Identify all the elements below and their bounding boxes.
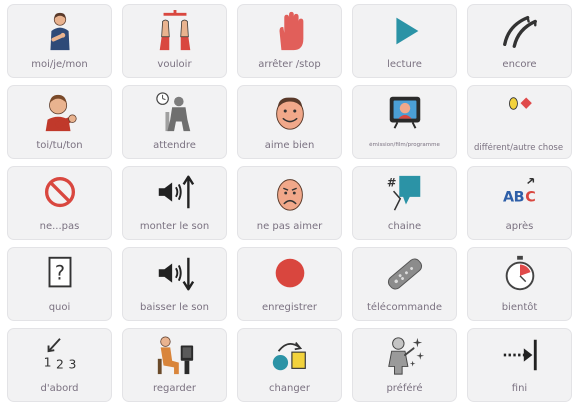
symbol-label: lecture [387,59,422,70]
symbol-card-aime-bien[interactable]: aime bien [237,85,342,159]
symbol-card-different[interactable]: différent/autre chose [467,85,572,159]
communication-board: moi/je/mon vouloir arrêter /stop lecture [0,0,574,408]
stop-hand-icon [279,11,303,51]
symbol-label: d'abord [40,383,79,394]
symbol-card-encore[interactable]: encore [467,4,572,78]
smiling-face-icon [275,97,304,130]
symbol-card-chaine[interactable]: # chaine [352,166,457,240]
symbol-card-vouloir[interactable]: vouloir [122,4,227,78]
symbol-card-moi[interactable]: moi/je/mon [7,4,112,78]
symbol-label: émission/film/programme [369,142,440,148]
question-glyph: ? [54,262,64,285]
symbol-card-attendre[interactable]: attendre [122,85,227,159]
person-pointing-self-icon [49,12,70,51]
person-waiting-clock-icon [155,92,190,132]
symbol-label: ne...pas [39,221,80,232]
symbol-label: différent/autre chose [474,143,564,153]
finished-arrow-icon [503,339,537,371]
television-icon [389,96,420,129]
channel-hash-glyph: # [386,175,396,189]
record-icon [275,258,304,288]
symbol-label: préféré [386,383,423,394]
symbol-card-lecture[interactable]: lecture [352,4,457,78]
symbol-label: moi/je/mon [31,59,88,70]
again-strokes-icon [502,15,537,48]
symbol-label: ne pas aimer [256,221,323,232]
symbol-card-d-abord[interactable]: 1 2 3 d'abord [7,328,112,402]
symbol-label: quoi [48,302,71,313]
symbol-card-regarder[interactable]: regarder [122,328,227,402]
symbol-card-ne-pas[interactable]: ne...pas [7,166,112,240]
symbol-label: regarder [152,383,197,394]
symbol-label: fini [511,383,528,394]
number-three-glyph: 3 [68,356,76,371]
person-pointing-you-icon [45,94,77,132]
symbol-label: encore [502,59,537,70]
letter-c-glyph: C [525,190,536,206]
letter-b-glyph: B [513,190,524,206]
question-mark-icon: ? [48,256,71,288]
frowning-face-icon [276,179,303,211]
number-one-glyph: 1 [43,354,51,369]
symbol-card-arreter[interactable]: arrêter /stop [237,4,342,78]
symbol-card-changer[interactable]: changer [237,328,342,402]
symbol-card-toi[interactable]: toi/tu/ton [7,85,112,159]
symbol-label: enregistrer [262,302,317,313]
alphabet-after-icon: A B C [503,177,536,206]
first-number-icon: 1 2 3 [43,338,76,371]
symbol-card-telecommande[interactable]: télécommande [352,247,457,321]
symbol-label: arrêter /stop [258,59,321,70]
no-sign-icon [44,177,75,208]
favorite-person-icon [387,337,424,375]
symbol-card-monter-le-son[interactable]: monter le son [122,166,227,240]
person-watching-tv-icon [157,336,193,375]
hands-reaching-icon [159,10,190,51]
channel-icon: # [386,175,420,211]
symbol-card-apres[interactable]: A B C après [467,166,572,240]
symbol-card-ne-pas-aimer[interactable]: ne pas aimer [237,166,342,240]
symbol-card-baisser-le-son[interactable]: baisser le son [122,247,227,321]
symbol-card-prefere[interactable]: préféré [352,328,457,402]
symbol-label: bientôt [501,302,538,313]
number-two-glyph: 2 [56,356,64,371]
symbol-label: chaine [387,221,422,232]
symbol-label: télécommande [366,302,443,313]
symbol-card-emission[interactable]: émission/film/programme [352,85,457,159]
stopwatch-icon [505,255,534,291]
symbol-label: vouloir [157,59,192,70]
symbol-label: aime bien [264,140,315,151]
symbol-label: attendre [153,140,196,151]
symbol-label: toi/tu/ton [36,140,83,151]
change-shapes-icon [272,342,306,371]
symbol-label: monter le son [139,221,210,232]
volume-down-icon [158,257,194,291]
symbol-label: baisser le son [140,302,209,313]
symbol-card-fini[interactable]: fini [467,328,572,402]
symbol-label: après [505,221,534,232]
symbol-card-bientot[interactable]: bientôt [467,247,572,321]
symbol-card-enregistrer[interactable]: enregistrer [237,247,342,321]
volume-up-icon [158,175,194,209]
letter-a-glyph: A [503,190,514,206]
remote-control-icon [387,258,422,290]
symbol-label: changer [269,383,310,394]
different-shapes-icon [508,97,532,110]
play-icon [395,17,418,45]
symbol-card-quoi[interactable]: ? quoi [7,247,112,321]
